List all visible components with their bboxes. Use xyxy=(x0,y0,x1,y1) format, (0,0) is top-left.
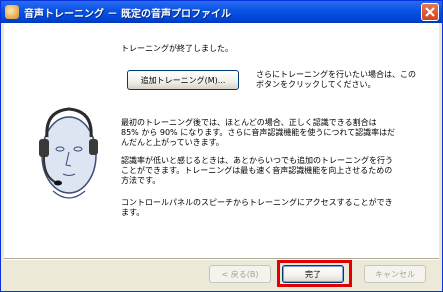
accuracy-paragraph: 最初のトレーニング後では、ほとんどの場合、正しく認識できる割合は 85% から … xyxy=(121,118,395,147)
headset-face-icon xyxy=(39,107,98,199)
completion-message: トレーニングが終了しました。 xyxy=(121,44,233,53)
close-button[interactable] xyxy=(421,3,439,21)
control-panel-paragraph: コントロールパネルのスピーチからトレーニングにアクセスすることができます。 xyxy=(121,198,393,217)
wizard-content: トレーニングが終了しました。 追加トレーニング(M)... さらにトレーニングを… xyxy=(4,23,439,258)
add-training-hint: さらにトレーニングを行いたい場合は、このボタンをクリックしてください。 xyxy=(256,70,416,89)
close-icon xyxy=(425,7,435,17)
title-bar[interactable]: 音声トレーニング － 既定の音声プロファイル xyxy=(1,1,442,23)
cancel-button[interactable]: キャンセル xyxy=(364,265,426,283)
speech-training-window: 音声トレーニング － 既定の音声プロファイル トレーニングが終了しました。 追加… xyxy=(0,0,443,292)
add-training-button[interactable]: 追加トレーニング(M)... xyxy=(127,70,239,90)
speech-app-icon xyxy=(5,5,19,19)
more-training-paragraph: 認識率が低いと感じるときは、あとからいつでも追加のトレーニングを行うことができま… xyxy=(121,156,393,185)
back-button[interactable]: < 戻る(B) xyxy=(209,265,271,283)
button-separator xyxy=(4,258,439,260)
finish-highlight-frame xyxy=(277,260,352,287)
window-title: 音声トレーニング － 既定の音声プロファイル xyxy=(24,8,231,20)
